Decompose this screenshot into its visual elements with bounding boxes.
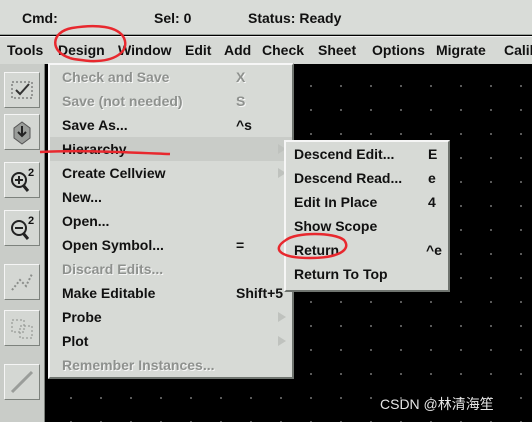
wire-tool[interactable] (4, 364, 40, 400)
menu-item-make-editable[interactable]: Make Editable Shift+5 (50, 281, 292, 305)
menu-item-label: Create Cellview (62, 165, 166, 181)
menu-item-return[interactable]: Return ^e (286, 238, 448, 262)
design-menu: Check and Save X Save (not needed) S Sav… (48, 63, 294, 379)
copy-tool[interactable] (4, 310, 40, 346)
menu-item-label: Make Editable (62, 285, 156, 301)
menu-item-label: Return To Top (294, 266, 388, 282)
menu-item-label: Remember Instances... (62, 357, 215, 373)
menu-item-descend-read[interactable]: Descend Read... e (286, 166, 448, 190)
menu-item-discard-edits[interactable]: Discard Edits... (50, 257, 292, 281)
menu-item-accelerator: X (236, 69, 246, 85)
save-tool[interactable] (4, 114, 40, 150)
menu-item-label: Save As... (62, 117, 128, 133)
menu-item-edit-in-place[interactable]: Edit In Place 4 (286, 190, 448, 214)
menu-sheet[interactable]: Sheet (318, 42, 356, 58)
menu-item-label: New... (62, 189, 102, 205)
menu-item-label: Plot (62, 333, 89, 349)
svg-text:2: 2 (28, 167, 34, 179)
menu-design[interactable]: Design (58, 42, 105, 58)
zoom-in-tool[interactable]: 2 (4, 162, 40, 198)
status-text: Status: Ready (248, 10, 342, 26)
submenu-arrow-icon (278, 336, 286, 346)
menu-item-accelerator: E (428, 146, 438, 162)
menu-item-label: Hierarchy (62, 141, 127, 157)
menu-item-label: Open Symbol... (62, 237, 164, 253)
save-icon (13, 121, 31, 145)
stretch-tool[interactable] (4, 264, 40, 300)
zoom-in-2-icon: 2 (11, 167, 34, 192)
menu-item-new[interactable]: New... (50, 185, 292, 209)
menu-item-save-as[interactable]: Save As... ^s (50, 113, 292, 137)
svg-text:2: 2 (28, 215, 34, 227)
menu-item-label: Check and Save (62, 69, 170, 85)
menu-bar: Tools Design Window Edit Add Check Sheet… (0, 36, 532, 66)
check-and-save-tool[interactable] (4, 72, 40, 108)
status-bar: Cmd: Sel: 0 Status: Ready (0, 0, 532, 35)
menu-item-show-scope[interactable]: Show Scope (286, 214, 448, 238)
menu-item-accelerator: 4 (428, 194, 436, 210)
watermark-text: CSDN @林清海笙 (380, 396, 494, 412)
check-and-save-icon (11, 81, 33, 99)
menu-item-label: Open... (62, 213, 110, 229)
menu-migrate[interactable]: Migrate (436, 42, 486, 58)
menu-item-hierarchy[interactable]: Hierarchy (50, 137, 292, 161)
menu-item-accelerator: Shift+5 (236, 285, 284, 301)
menu-item-accelerator: ^e (426, 242, 442, 258)
menu-options[interactable]: Options (372, 42, 425, 58)
menu-item-plot[interactable]: Plot (50, 329, 292, 353)
wire-icon (10, 370, 34, 394)
zoom-out-tool[interactable]: 2 (4, 210, 40, 246)
menu-item-accelerator: S (236, 93, 246, 109)
menu-item-label: Save (not needed) (62, 93, 183, 109)
menu-item-create-cellview[interactable]: Create Cellview (50, 161, 292, 185)
submenu-arrow-icon (278, 312, 286, 322)
copy-icon (11, 319, 33, 339)
menu-item-label: Edit In Place (294, 194, 378, 210)
menu-edit[interactable]: Edit (185, 42, 211, 58)
hierarchy-submenu: Descend Edit... E Descend Read... e Edit… (284, 140, 450, 292)
menu-item-open[interactable]: Open... (50, 209, 292, 233)
menu-item-label: Show Scope (294, 218, 378, 234)
menu-item-return-to-top[interactable]: Return To Top (286, 262, 448, 286)
menu-item-accelerator: e (428, 170, 436, 186)
menu-item-label: Descend Edit... (294, 146, 395, 162)
menu-tools[interactable]: Tools (7, 42, 43, 58)
menu-item-open-symbol[interactable]: Open Symbol... = (50, 233, 292, 257)
stretch-icon (11, 273, 33, 291)
menu-item-probe[interactable]: Probe (50, 305, 292, 329)
menu-calib[interactable]: Calib (504, 42, 532, 58)
menu-item-label: Descend Read... (294, 170, 403, 186)
menu-add[interactable]: Add (224, 42, 251, 58)
menu-item-remember-instances[interactable]: Remember Instances... (50, 353, 292, 377)
menu-item-accelerator: ^s (236, 117, 252, 133)
menu-item-check-and-save[interactable]: Check and Save X (50, 65, 292, 89)
menu-item-label: Probe (62, 309, 102, 325)
menu-item-descend-edit[interactable]: Descend Edit... E (286, 142, 448, 166)
left-toolbar: 2 2 (0, 64, 45, 422)
menu-window[interactable]: Window (118, 42, 172, 58)
zoom-out-2-icon: 2 (11, 215, 34, 240)
menu-item-label: Return (294, 242, 340, 258)
menu-item-label: Discard Edits... (62, 261, 164, 277)
menu-item-accelerator: = (236, 237, 245, 253)
menu-check[interactable]: Check (262, 42, 304, 58)
cmd-label: Cmd: (22, 10, 58, 26)
menu-item-save[interactable]: Save (not needed) S (50, 89, 292, 113)
selection-count: Sel: 0 (154, 10, 192, 26)
